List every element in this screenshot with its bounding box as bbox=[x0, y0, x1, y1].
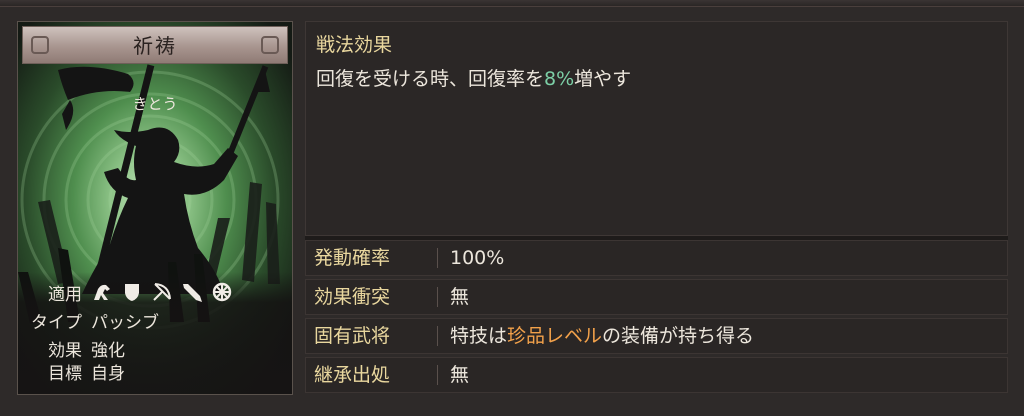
stat-effect-value: 強化 bbox=[91, 341, 125, 361]
row-separator bbox=[437, 365, 438, 385]
unique-highlight: 珍品レベル bbox=[507, 325, 603, 347]
stat-effect-label: 効果 bbox=[48, 341, 82, 361]
unique-suffix: の装備が持ち得る bbox=[602, 325, 755, 347]
row-effect-conflict: 効果衝突 無 bbox=[305, 279, 1008, 315]
wheel-icon bbox=[211, 281, 233, 303]
ornament-icon bbox=[31, 36, 49, 54]
card-title-bar: 祈祷 bbox=[22, 26, 288, 64]
target-icons bbox=[91, 281, 233, 303]
skill-name: 祈祷 bbox=[133, 34, 177, 58]
stat-type-label: タイプ bbox=[31, 313, 82, 333]
effect-desc-suffix: 増やす bbox=[574, 68, 632, 90]
effect-conflict-value: 無 bbox=[450, 286, 470, 308]
row-activation-rate: 発動確率 100% bbox=[305, 240, 1008, 276]
bow-icon bbox=[151, 281, 173, 303]
unique-prefix: 特技は bbox=[450, 325, 508, 347]
effect-panel: 戦法効果 回復を受ける時、回復率を8%増やす bbox=[305, 21, 1008, 236]
row-separator bbox=[437, 326, 438, 346]
ornament-icon bbox=[261, 36, 279, 54]
top-border bbox=[0, 0, 1024, 7]
inherit-source-label: 継承出処 bbox=[314, 364, 391, 386]
row-separator bbox=[437, 248, 438, 268]
effect-conflict-label: 効果衝突 bbox=[314, 286, 391, 308]
skill-reading: きとう bbox=[132, 95, 178, 113]
effect-description: 回復を受ける時、回復率を8%増やす bbox=[316, 64, 631, 91]
row-inherit-source: 継承出処 無 bbox=[305, 357, 1008, 393]
stat-goal-value: 自身 bbox=[91, 364, 125, 384]
stat-goal-label: 目標 bbox=[48, 364, 82, 384]
effect-desc-value: 8% bbox=[544, 68, 575, 90]
stat-target-label: 適用 bbox=[48, 285, 82, 305]
activation-rate-value: 100% bbox=[450, 247, 505, 269]
cavalry-icon bbox=[91, 281, 113, 303]
row-separator bbox=[437, 287, 438, 307]
inherit-source-value: 無 bbox=[450, 364, 470, 386]
card-stats: 適用 タイプ パッシブ 効果 強化 目標 自身 bbox=[18, 272, 292, 394]
spear-icon bbox=[181, 281, 203, 303]
stat-type-value: パッシブ bbox=[91, 313, 159, 333]
effect-desc-prefix: 回復を受ける時、回復率を bbox=[316, 68, 545, 90]
activation-rate-label: 発動確率 bbox=[314, 247, 391, 269]
row-unique-general: 固有武将 特技は珍品レベルの装備が持ち得る bbox=[305, 318, 1008, 354]
effect-heading: 戦法効果 bbox=[316, 34, 393, 56]
skill-card: 祈祷 きとう 適用 タイプ パッシブ 効果 強化 目標 自身 bbox=[17, 21, 293, 395]
unique-general-label: 固有武将 bbox=[314, 325, 391, 347]
unique-general-value: 特技は珍品レベルの装備が持ち得る bbox=[450, 319, 754, 353]
shield-icon bbox=[121, 281, 143, 303]
